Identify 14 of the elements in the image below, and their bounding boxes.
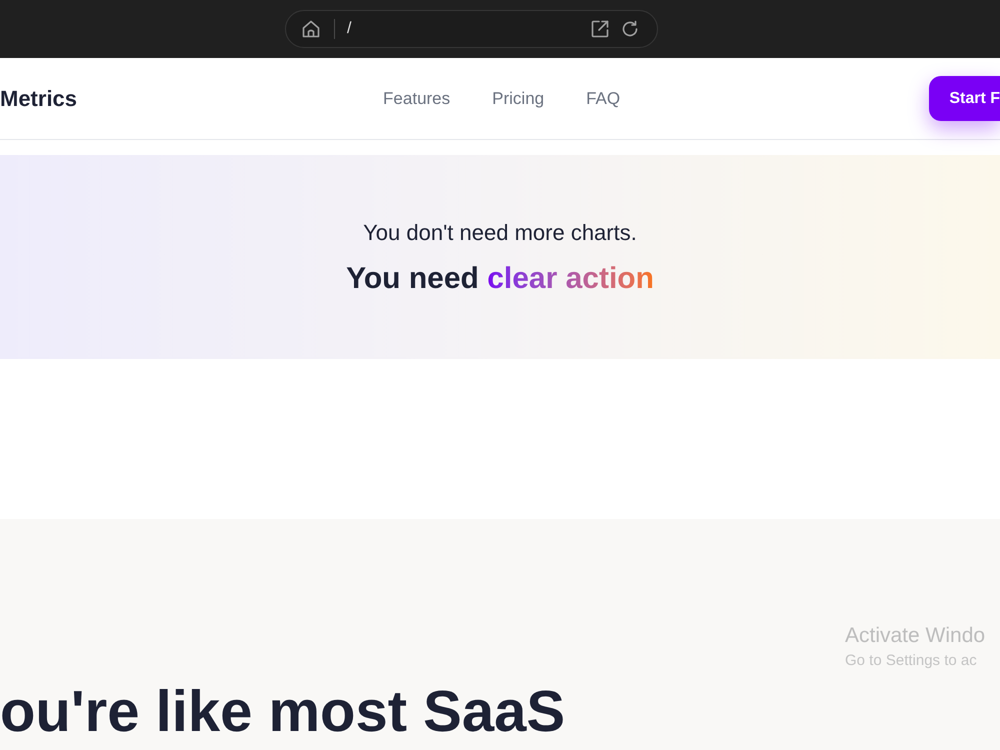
brand-name[interactable]: Metrics	[0, 82, 78, 115]
home-icon[interactable]	[302, 20, 320, 38]
nav-link[interactable]: FAQ	[586, 86, 620, 112]
banner-headline: You need clear action	[346, 261, 654, 297]
nav-link[interactable]: Pricing	[492, 86, 544, 112]
reload-icon[interactable]	[621, 20, 639, 38]
start-button[interactable]: Start F	[929, 76, 1000, 121]
address-bar[interactable]: /	[285, 10, 658, 48]
nav-link[interactable]: Features	[383, 86, 450, 112]
section-heading: ou're like most SaaS	[0, 683, 566, 741]
external-link-icon[interactable]	[591, 20, 609, 38]
address-field[interactable]: /	[347, 18, 577, 40]
watermark-title: Activate Windo	[845, 623, 986, 649]
banner-subtitle: You don't need more charts.	[363, 219, 637, 247]
